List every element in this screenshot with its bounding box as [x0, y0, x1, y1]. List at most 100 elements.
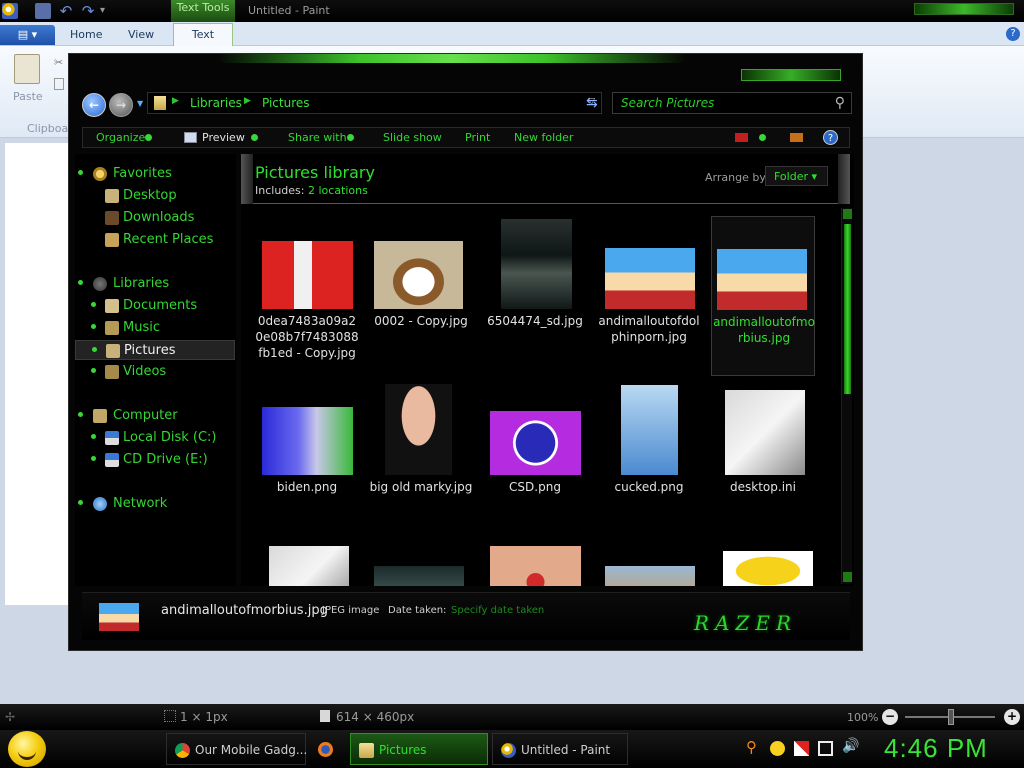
nav-pictures[interactable]: Pictures — [75, 340, 235, 360]
file-item[interactable]: desktop.ini — [711, 382, 815, 542]
expand-icon[interactable] — [91, 434, 96, 439]
nav-favorites[interactable]: Favorites — [75, 164, 235, 184]
taskbar-item-chrome[interactable]: Our Mobile Gadg... — [166, 733, 307, 765]
slide-show-button[interactable]: Slide show — [383, 131, 442, 144]
undo-icon[interactable]: ↶ — [58, 3, 74, 19]
search-input[interactable]: Search Pictures — [621, 96, 714, 110]
taskbar-item-paint[interactable]: Untitled - Paint — [492, 733, 628, 765]
zoom-in-button[interactable]: + — [1004, 709, 1020, 725]
nav-music[interactable]: Music — [75, 318, 235, 338]
nav-network[interactable]: Network — [75, 494, 235, 514]
cut-icon[interactable]: ✂ — [54, 56, 63, 69]
expand-icon[interactable] — [92, 347, 97, 352]
details-date-field[interactable]: Specify date taken — [451, 605, 544, 616]
file-item[interactable] — [483, 546, 587, 586]
expand-icon[interactable] — [78, 170, 83, 175]
expand-icon[interactable] — [78, 500, 83, 505]
clock[interactable]: 4:46 PM — [884, 733, 988, 764]
file-item[interactable]: CSD.png — [483, 382, 587, 542]
new-folder-button[interactable]: New folder — [514, 131, 573, 144]
copy-icon[interactable] — [54, 78, 64, 90]
file-item[interactable]: 0002 - Copy.jpg — [369, 216, 473, 376]
expand-icon[interactable] — [91, 302, 96, 307]
refresh-icon[interactable]: ⇆ — [586, 95, 598, 111]
view-options-dropdown-icon[interactable] — [759, 134, 766, 141]
save-icon[interactable] — [35, 3, 51, 19]
breadcrumb-pictures[interactable]: Pictures — [262, 96, 310, 110]
expand-icon[interactable] — [78, 412, 83, 417]
tab-home[interactable]: Home — [70, 28, 102, 41]
help-icon[interactable]: ? — [823, 130, 838, 145]
taskbar-item-pictures[interactable]: Pictures — [350, 733, 488, 765]
nav-local-disk[interactable]: Local Disk (C:) — [75, 428, 235, 448]
organize-dropdown-icon[interactable] — [145, 134, 152, 141]
file-item[interactable] — [711, 546, 815, 586]
qat-dropdown-icon[interactable]: ▾ — [100, 3, 116, 19]
search-box[interactable]: Search Pictures ⚲ — [612, 92, 852, 114]
tab-text[interactable]: Text — [173, 23, 233, 47]
chevron-right-icon[interactable]: ▶ — [172, 96, 179, 106]
share-with-button[interactable]: Share with — [288, 131, 347, 144]
paint-app-icon[interactable] — [2, 3, 18, 19]
scroll-up-button[interactable] — [843, 209, 852, 219]
file-item[interactable] — [369, 546, 473, 586]
arrange-by-dropdown[interactable]: Folder ▾ — [765, 166, 828, 186]
explorer-window-controls[interactable] — [741, 69, 841, 81]
taskbar-item-firefox[interactable] — [310, 733, 346, 765]
volume-icon[interactable]: 🔊 — [842, 738, 859, 754]
tray-messenger-icon[interactable] — [770, 741, 785, 756]
preview-pane-icon[interactable] — [790, 133, 803, 142]
preview-dropdown-icon[interactable] — [251, 134, 258, 141]
file-item[interactable]: biden.png — [255, 382, 359, 542]
tray-search-icon[interactable]: ⚲ — [746, 738, 761, 756]
nav-desktop[interactable]: Desktop — [75, 186, 235, 206]
paste-icon[interactable] — [14, 54, 40, 84]
nav-recent-places[interactable]: Recent Places — [75, 230, 235, 250]
file-item[interactable]: andimalloutofdolphinporn.jpg — [597, 216, 701, 376]
forward-button[interactable]: → — [109, 93, 133, 117]
expand-icon[interactable] — [78, 280, 83, 285]
zoom-out-button[interactable]: − — [882, 709, 898, 725]
address-bar[interactable]: ▶ Libraries ▶ Pictures ▽ — [147, 92, 602, 114]
locations-link[interactable]: 2 locations — [308, 184, 368, 197]
action-center-flag-icon[interactable] — [794, 741, 809, 756]
paint-menu-button[interactable]: ▤ ▾ — [0, 25, 55, 45]
nav-libraries[interactable]: Libraries — [75, 274, 235, 294]
change-view-icon[interactable] — [735, 133, 748, 142]
organize-button[interactable]: Organize — [96, 131, 145, 144]
file-item[interactable] — [597, 546, 701, 586]
scrollbar-thumb[interactable] — [844, 224, 851, 394]
preview-button[interactable]: Preview — [202, 131, 245, 144]
window-controls[interactable] — [914, 3, 1014, 15]
redo-icon[interactable]: ↷ — [80, 3, 96, 19]
search-icon[interactable]: ⚲ — [835, 95, 845, 111]
file-item[interactable]: cucked.png — [597, 382, 701, 542]
file-item[interactable]: andimalloutofmorbius.jpg — [711, 216, 815, 376]
expand-icon[interactable] — [91, 368, 96, 373]
scroll-down-button[interactable] — [843, 572, 852, 582]
file-item[interactable]: 6504474_sd.jpg — [483, 216, 587, 376]
file-item[interactable] — [255, 546, 359, 586]
help-icon[interactable]: ? — [1006, 27, 1020, 41]
expand-icon[interactable] — [91, 456, 96, 461]
tab-view[interactable]: View — [128, 28, 154, 41]
nav-cd-drive[interactable]: CD Drive (E:) — [75, 450, 235, 470]
file-item[interactable]: 0dea7483a09a20e08b7f7483088fb1ed - Copy.… — [255, 216, 359, 376]
nav-computer[interactable]: Computer — [75, 406, 235, 426]
nav-videos[interactable]: Videos — [75, 362, 235, 382]
recent-pages-icon[interactable]: ▼ — [137, 99, 143, 108]
network-icon[interactable] — [818, 741, 833, 756]
breadcrumb-libraries[interactable]: Libraries — [190, 96, 242, 110]
nav-downloads[interactable]: Downloads — [75, 208, 235, 228]
print-button[interactable]: Print — [465, 131, 490, 144]
chevron-right-icon[interactable]: ▶ — [244, 96, 251, 106]
vertical-scrollbar[interactable] — [841, 208, 852, 584]
start-button[interactable] — [8, 731, 46, 767]
file-item[interactable]: big old marky.jpg — [369, 382, 473, 542]
zoom-slider-thumb[interactable] — [948, 709, 954, 725]
back-button[interactable]: ← — [82, 93, 106, 117]
paste-button-label[interactable]: Paste — [13, 90, 43, 103]
nav-documents[interactable]: Documents — [75, 296, 235, 316]
share-with-dropdown-icon[interactable] — [347, 134, 354, 141]
expand-icon[interactable] — [91, 324, 96, 329]
